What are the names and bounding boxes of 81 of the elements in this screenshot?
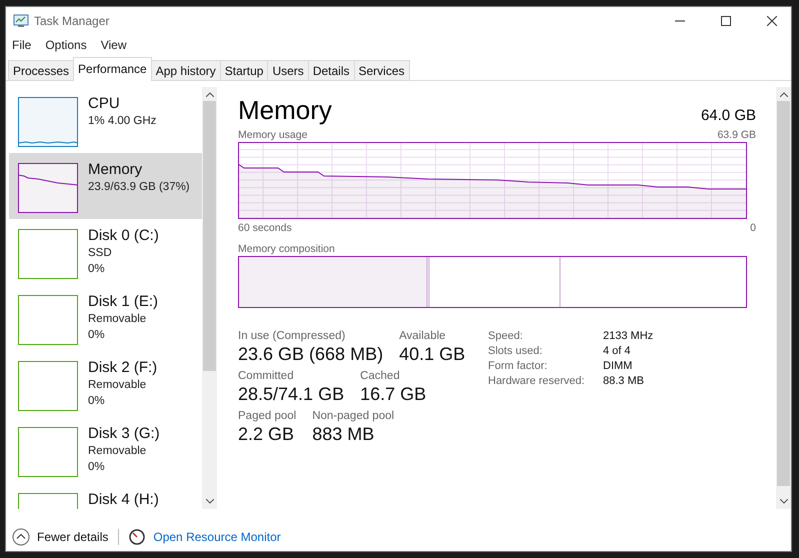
menu-item[interactable]: View bbox=[100, 38, 126, 52]
item-name: Disk 3 (G:) bbox=[88, 425, 160, 443]
tab[interactable]: Startup bbox=[220, 60, 268, 80]
item-detail: 0% bbox=[88, 262, 106, 277]
tab[interactable]: Users bbox=[267, 60, 309, 80]
sidebar-item[interactable]: Memory 23.9/63.9 GB (37%) bbox=[9, 153, 202, 219]
stat-value: 16.7 GB bbox=[360, 384, 426, 405]
stat-value: 28.5/74.1 GB bbox=[238, 384, 344, 405]
graph-max-label: 63.9 GB bbox=[717, 129, 756, 141]
graph-label: Memory composition bbox=[238, 243, 335, 255]
thumbnail-graph bbox=[18, 163, 78, 213]
scroll-down-icon[interactable] bbox=[206, 499, 214, 504]
sidebar-item[interactable]: Disk 2 (F:) Removable 0% bbox=[9, 351, 202, 417]
sidebar-item[interactable]: Disk 0 (C:) SSD 0% bbox=[9, 219, 202, 285]
stat-label: In use (Compressed) bbox=[238, 330, 346, 342]
scrollbar[interactable] bbox=[202, 87, 217, 509]
item-name: CPU bbox=[88, 95, 121, 113]
open-resource-monitor-link[interactable]: Open Resource Monitor bbox=[153, 530, 281, 544]
item-detail: Removable bbox=[88, 312, 148, 327]
tab[interactable]: Services bbox=[354, 60, 410, 80]
axis-label: 60 seconds bbox=[238, 222, 292, 234]
thumbnail-graph bbox=[18, 229, 78, 279]
graph-label: Memory usage bbox=[238, 129, 308, 141]
item-detail: 0% bbox=[88, 328, 106, 343]
item-detail: 1% 4.00 GHz bbox=[88, 114, 156, 129]
tab[interactable]: Performance bbox=[73, 57, 152, 81]
fewer-details-button[interactable]: Fewer details bbox=[12, 528, 108, 546]
spec-value: DIMM bbox=[603, 360, 634, 372]
thumbnail-graph bbox=[18, 295, 78, 345]
menu-item[interactable]: File bbox=[12, 38, 32, 52]
spec-label: Hardware reserved: bbox=[488, 375, 586, 387]
item-detail: Removable bbox=[88, 378, 148, 393]
thumbnail-graph bbox=[18, 361, 78, 411]
item-name: Disk 4 (H:) bbox=[88, 491, 159, 509]
scroll-down-icon[interactable] bbox=[780, 499, 788, 504]
spec-label: Slots used: bbox=[488, 345, 544, 357]
stat-label: Non-paged pool bbox=[312, 410, 394, 422]
spec-value: 2133 MHz bbox=[603, 330, 654, 342]
window-title: Task Manager bbox=[34, 14, 110, 28]
stat-label: Available bbox=[399, 330, 447, 342]
stat-value: 2.2 GB bbox=[238, 424, 296, 445]
scroll-up-icon[interactable] bbox=[780, 92, 788, 97]
spec-label: Speed: bbox=[488, 330, 524, 342]
stat-label: Paged pool bbox=[238, 410, 296, 422]
app-icon bbox=[13, 14, 29, 28]
stat-value: 23.6 GB (668 MB) bbox=[238, 344, 384, 365]
sidebar-item[interactable]: Disk 3 (G:) Removable 0% bbox=[9, 417, 202, 483]
tab[interactable]: App history bbox=[150, 60, 221, 80]
thumbnail-graph bbox=[18, 427, 78, 477]
stat-value: 883 MB bbox=[312, 424, 376, 445]
scroll-up-icon[interactable] bbox=[206, 92, 214, 97]
spec-value: 4 of 4 bbox=[603, 345, 632, 357]
item-detail: SSD bbox=[88, 246, 113, 261]
total-memory: 64.0 GB bbox=[700, 107, 756, 126]
maximize-icon[interactable] bbox=[721, 16, 731, 26]
stat-value: 40.1 GB bbox=[399, 344, 466, 365]
item-detail: 0% bbox=[88, 394, 106, 409]
tab[interactable]: Processes bbox=[8, 60, 74, 80]
resource-monitor-icon bbox=[129, 529, 146, 545]
item-detail: Removable bbox=[88, 444, 148, 459]
thumbnail-graph bbox=[18, 97, 78, 147]
section-title: Memory bbox=[238, 95, 332, 126]
scrollbar[interactable] bbox=[776, 87, 791, 509]
close-icon[interactable] bbox=[767, 16, 777, 26]
item-name: Disk 1 (E:) bbox=[88, 293, 158, 311]
item-name: Memory bbox=[88, 161, 144, 179]
item-detail: 0% bbox=[88, 460, 106, 475]
collapse-icon bbox=[12, 528, 30, 546]
stat-label: Cached bbox=[360, 370, 401, 382]
spec-value: 88.3 MB bbox=[603, 375, 645, 387]
menu-item[interactable]: Options bbox=[45, 38, 87, 52]
axis-label: 0 bbox=[750, 222, 756, 234]
sidebar-item[interactable]: CPU 1% 4.00 GHz bbox=[9, 87, 202, 153]
stat-label: Committed bbox=[238, 370, 295, 382]
item-detail: 23.9/63.9 GB (37%) bbox=[88, 180, 190, 195]
item-name: Disk 2 (F:) bbox=[88, 359, 158, 377]
item-name: Disk 0 (C:) bbox=[88, 227, 159, 245]
spec-label: Form factor: bbox=[488, 360, 548, 372]
sidebar-item[interactable]: Disk 4 (H:) bbox=[9, 483, 202, 509]
tab[interactable]: Details bbox=[308, 60, 354, 80]
sidebar-item[interactable]: Disk 1 (E:) Removable 0% bbox=[9, 285, 202, 351]
